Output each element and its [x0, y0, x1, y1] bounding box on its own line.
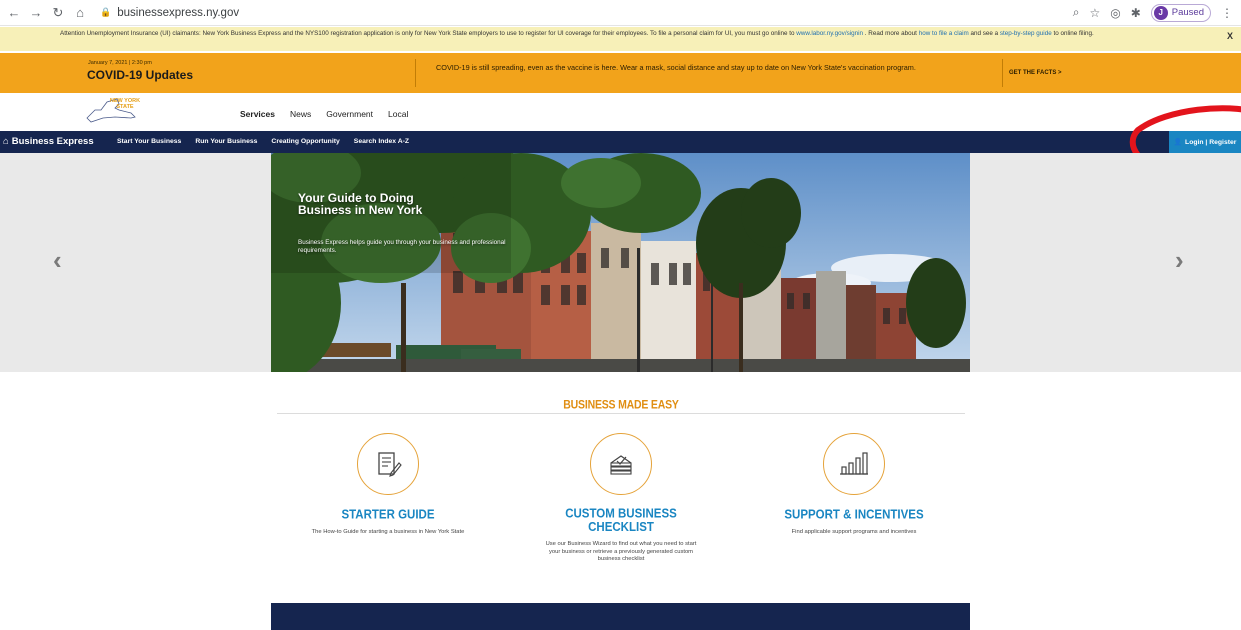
alert-text-1: Attention Unemployment Insurance (UI) cl… — [60, 30, 797, 37]
bar-chart-icon — [840, 452, 868, 475]
covid-divider — [1002, 59, 1003, 87]
star-icon[interactable]: ☆ — [1089, 6, 1100, 20]
home-icon: ⌂ — [3, 136, 9, 147]
section-title: BUSINESS MADE EASY — [563, 398, 679, 412]
support-incentives-card[interactable]: SUPPORT & INCENTIVES Find applicable sup… — [764, 433, 944, 537]
main-street-photo — [271, 153, 970, 372]
alert-link-guide[interactable]: step-by-step guide — [1000, 30, 1052, 37]
home-icon[interactable]: ⌂ — [70, 3, 90, 23]
nav-local[interactable]: Local — [388, 109, 408, 119]
nav-creating-opportunity[interactable]: Creating Opportunity — [271, 138, 339, 145]
nav-news[interactable]: News — [290, 109, 311, 119]
document-pen-icon — [378, 452, 402, 477]
hero-carousel: ‹ Your Guide to Doing Business in New Yo… — [0, 153, 1241, 372]
puzzle-icon[interactable]: ✱ — [1131, 6, 1141, 20]
alert-close-icon[interactable]: X — [1227, 32, 1233, 41]
alert-text-4: to online filing. — [1051, 30, 1094, 37]
login-register-label: Login | Register — [1185, 138, 1237, 146]
address-bar[interactable]: 🔒 businessexpress.ny.gov — [100, 3, 239, 23]
starter-guide-icon-circle[interactable] — [357, 433, 419, 495]
hero-subtitle: Business Express helps guide you through… — [298, 239, 506, 254]
back-arrow-icon[interactable]: ← — [4, 3, 24, 23]
support-incentives-desc: Find applicable support programs and inc… — [791, 529, 917, 535]
logo-text: NEW YORK STATE — [109, 98, 141, 110]
main-nav: Services News Government Local — [240, 109, 408, 119]
custom-checklist-card[interactable]: CUSTOM BUSINESS CHECKLIST Use our Busine… — [531, 433, 711, 564]
support-incentives-icon-circle[interactable] — [823, 433, 885, 495]
alert-text-2: . Read more about — [863, 30, 919, 37]
business-express-nav: ⌂ Business Express Start Your Business R… — [0, 131, 1241, 153]
lock-icon: 🔒 — [100, 7, 112, 17]
custom-checklist-desc: Use our Business Wizard to find out what… — [545, 541, 697, 562]
menu-kebab-icon[interactable]: ⋮ — [1221, 6, 1233, 20]
starter-guide-card[interactable]: STARTER GUIDE The How-to Guide for start… — [298, 433, 478, 537]
carousel-prev-arrow-icon[interactable]: ‹ — [53, 245, 62, 276]
login-register-button[interactable]: 👤 Login | Register — [1169, 131, 1241, 153]
hero-image: Your Guide to Doing Business in New York… — [271, 153, 970, 372]
alert-link-file-claim[interactable]: how to file a claim — [919, 30, 969, 37]
browser-toolbar: ← → ↻ ⌂ 🔒 businessexpress.ny.gov ⌕ ☆ ◎ ✱… — [0, 0, 1241, 26]
zoom-icon[interactable]: ⌕ — [1073, 5, 1080, 20]
section-divider — [277, 413, 965, 414]
browser-actions: ⌕ ☆ ◎ ✱ J Paused ⋮ — [1073, 3, 1241, 22]
nav-start-your-business[interactable]: Start Your Business — [117, 138, 181, 145]
alert-text-3: and see a — [968, 30, 1000, 37]
url-text: businessexpress.ny.gov — [117, 6, 240, 19]
covid-divider — [415, 59, 416, 87]
ui-claimants-alert: Attention Unemployment Insurance (UI) cl… — [0, 27, 1241, 51]
extension-circle-icon[interactable]: ◎ — [1110, 6, 1120, 20]
hero-title: Your Guide to Doing Business in New York — [298, 191, 423, 217]
forward-arrow-icon[interactable]: → — [26, 3, 46, 23]
nav-run-your-business[interactable]: Run Your Business — [195, 138, 257, 145]
get-the-facts-link[interactable]: GET THE FACTS > — [1009, 70, 1062, 76]
covid-message: COVID-19 is still spreading, even as the… — [436, 63, 916, 72]
footer-band — [271, 603, 970, 630]
site-header: NEW YORK STATE Services News Government … — [0, 93, 1241, 131]
browser-nav-buttons: ← → ↻ ⌂ — [0, 3, 90, 23]
profile-status: Paused — [1171, 7, 1204, 18]
alert-link-signin[interactable]: www.labor.ny.gov/signin — [796, 30, 863, 37]
carousel-next-arrow-icon[interactable]: › — [1175, 245, 1184, 276]
covid-date: January 7, 2021 | 2:30 pm — [88, 60, 152, 66]
support-incentives-title[interactable]: SUPPORT & INCENTIVES — [764, 508, 944, 521]
profile-button[interactable]: J Paused — [1150, 3, 1211, 22]
covid-banner: January 7, 2021 | 2:30 pm COVID-19 Updat… — [0, 53, 1241, 93]
avatar: J — [1153, 5, 1168, 20]
nav-services[interactable]: Services — [240, 109, 275, 119]
covid-title[interactable]: COVID-19 Updates — [87, 68, 193, 82]
nav-government[interactable]: Government — [326, 109, 373, 119]
nys-logo[interactable]: NEW YORK STATE — [85, 96, 141, 126]
business-express-home-link[interactable]: ⌂ Business Express — [3, 136, 94, 147]
custom-checklist-title[interactable]: CUSTOM BUSINESS CHECKLIST — [531, 508, 711, 534]
checklist-stack-icon — [610, 455, 632, 475]
nav-search-index[interactable]: Search Index A-Z — [354, 138, 409, 145]
user-icon: 👤 — [1173, 139, 1183, 146]
reload-icon[interactable]: ↻ — [48, 3, 68, 23]
custom-checklist-icon-circle[interactable] — [590, 433, 652, 495]
business-nav-items: Start Your Business Run Your Business Cr… — [117, 138, 409, 145]
starter-guide-title[interactable]: STARTER GUIDE — [298, 508, 478, 521]
starter-guide-desc: The How-to Guide for starting a business… — [311, 529, 465, 535]
business-express-label: Business Express — [11, 136, 94, 147]
